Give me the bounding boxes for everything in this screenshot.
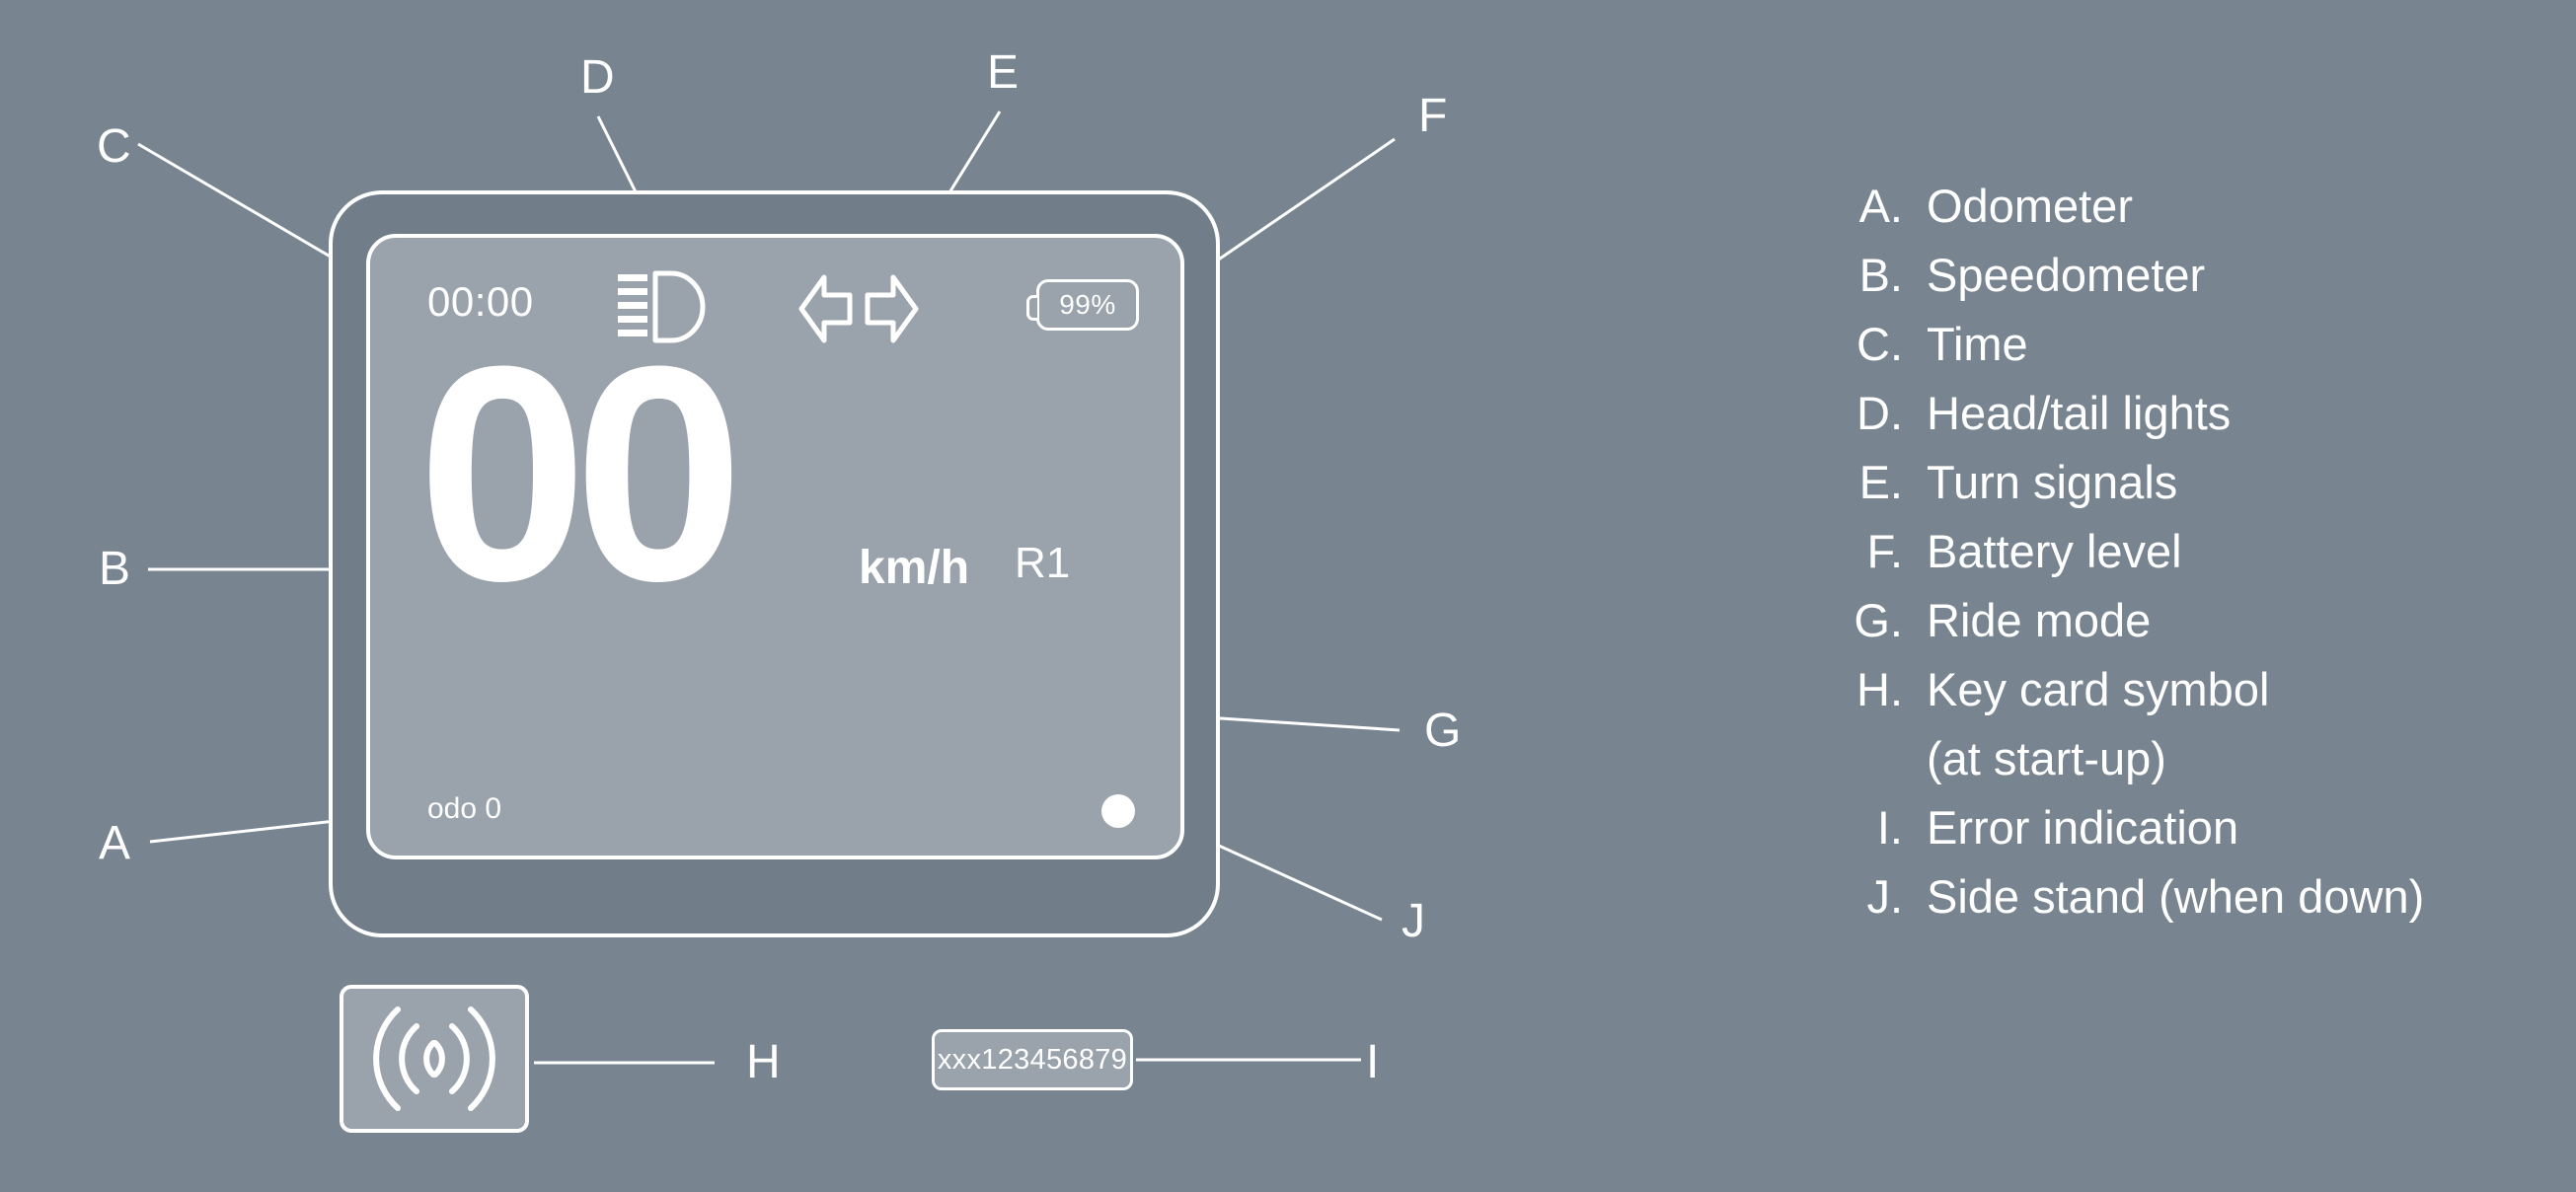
- legend-key-e: E.: [1858, 456, 1903, 508]
- battery-percent-label: 99%: [1059, 289, 1116, 320]
- legend-item-g: G. Ride mode: [1814, 597, 2544, 666]
- callout-j: J: [1402, 895, 1425, 947]
- legend-item-i: I. Error indication: [1814, 804, 2544, 873]
- callout-d: D: [580, 51, 615, 104]
- legend-label-h-continued: (at start-up): [1927, 732, 2166, 784]
- instrument-screen: 00:00 99% 00 km/h R1 odo 0: [366, 234, 1184, 859]
- legend-label-b: Speedometer: [1927, 249, 2206, 301]
- legend-list: A. Odometer B. Speedometer C. Time D. He…: [1814, 183, 2544, 942]
- callout-h: H: [746, 1036, 781, 1088]
- legend-item-f: F. Battery level: [1814, 528, 2544, 597]
- speed-value: 00: [417, 302, 744, 644]
- legend-label-a: Odometer: [1927, 180, 2133, 232]
- legend-label-i: Error indication: [1927, 801, 2239, 854]
- legend-key-h: H.: [1856, 663, 1903, 715]
- callout-g: G: [1424, 705, 1462, 757]
- legend-item-c: C. Time: [1814, 321, 2544, 390]
- legend-item-h: H. Key card symbol: [1814, 666, 2544, 735]
- speed-unit-label: km/h: [859, 542, 970, 594]
- diagram-canvas: 00:00 99% 00 km/h R1 odo 0 xxx123456879 …: [0, 0, 2576, 1192]
- legend-item-h-continued: (at start-up): [1814, 735, 2544, 804]
- callout-i: I: [1366, 1036, 1380, 1088]
- legend-key-i: I.: [1876, 801, 1903, 854]
- legend-key-g: G.: [1854, 594, 1903, 646]
- legend-item-b: B. Speedometer: [1814, 252, 2544, 321]
- turn-signal-group: [798, 271, 919, 351]
- legend-item-d: D. Head/tail lights: [1814, 390, 2544, 459]
- legend-item-e: E. Turn signals: [1814, 459, 2544, 528]
- legend-key-d: D.: [1856, 387, 1903, 439]
- legend-label-g: Ride mode: [1927, 594, 2152, 646]
- legend-key-c: C.: [1856, 318, 1903, 370]
- legend-key-a: A.: [1858, 180, 1903, 232]
- callout-b: B: [99, 543, 131, 595]
- turn-signal-right-icon: [865, 274, 919, 343]
- side-stand-dot-icon: [1101, 794, 1135, 828]
- battery-icon: 99%: [1026, 279, 1139, 331]
- speedometer-group: 00 km/h R1: [370, 321, 1180, 680]
- legend-label-c: Time: [1927, 318, 2028, 370]
- error-indication-box: xxx123456879: [932, 1029, 1133, 1090]
- legend-key-b: B.: [1858, 249, 1903, 301]
- callout-c: C: [97, 120, 131, 173]
- callout-a: A: [99, 817, 131, 869]
- battery-body: 99%: [1026, 279, 1139, 331]
- legend-label-j: Side stand (when down): [1927, 870, 2425, 923]
- legend-label-h: Key card symbol: [1927, 663, 2270, 715]
- legend-key-f: F.: [1866, 525, 1903, 577]
- ride-mode-label: R1: [1015, 539, 1071, 587]
- legend-item-j: J. Side stand (when down): [1814, 873, 2544, 942]
- legend-label-d: Head/tail lights: [1927, 387, 2232, 439]
- error-code-text: xxx123456879: [937, 1043, 1128, 1076]
- key-card-symbol-tile: [340, 985, 529, 1133]
- legend-item-a: A. Odometer: [1814, 183, 2544, 252]
- battery-terminal: [1026, 295, 1037, 321]
- legend-key-j: J.: [1866, 870, 1903, 923]
- callout-f: F: [1418, 90, 1448, 142]
- turn-signal-left-icon: [798, 274, 853, 343]
- callout-e: E: [987, 46, 1020, 99]
- odometer-label: odo 0: [427, 792, 502, 825]
- key-card-rfid-waves-icon: [373, 1006, 495, 1111]
- legend-label-e: Turn signals: [1927, 456, 2178, 508]
- legend-label-f: Battery level: [1927, 525, 2182, 577]
